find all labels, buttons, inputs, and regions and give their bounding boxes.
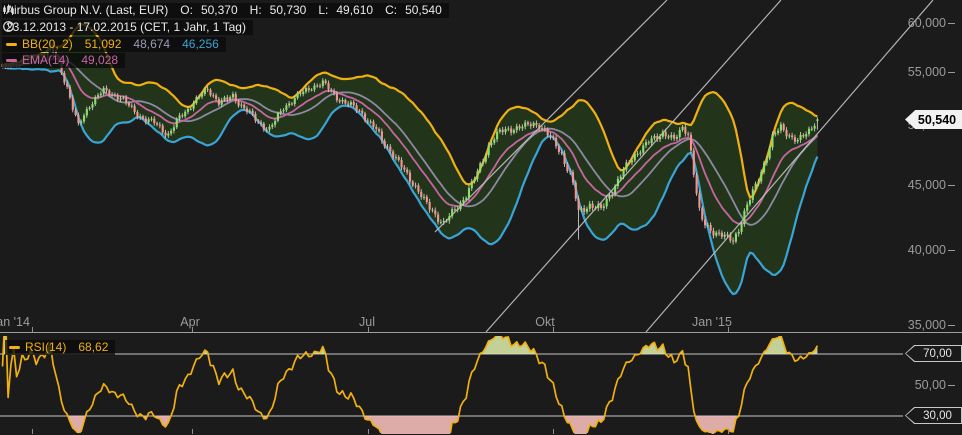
x-axis-label: Jul — [359, 315, 375, 329]
close-value: 50,540 — [405, 3, 442, 17]
ema-legend[interactable]: EMA(14) 49,028 — [2, 53, 126, 68]
y-axis-label: 45,000 — [907, 178, 946, 192]
clock-icon — [3, 21, 14, 32]
x-axis-tick — [192, 327, 193, 332]
x-axis-label: Jan '15 — [692, 315, 732, 329]
open-value: 50,370 — [200, 3, 238, 17]
x-axis-tick — [728, 327, 729, 332]
y-axis-tick — [948, 250, 955, 251]
period-legend[interactable]: 23.12.2013 - 17.02.2015 (CET, 1 Jahr, 1 … — [2, 20, 253, 35]
x-axis-label: Apr — [180, 315, 200, 329]
rsi-axis-tick — [368, 429, 369, 434]
bollinger-upper-value: 51,092 — [84, 37, 122, 51]
rsi-line-icon — [9, 346, 20, 349]
x-axis-label: Jan '14 — [0, 315, 30, 329]
instrument-legend[interactable]: Airbus Group N.V. (Last, EUR) O: 50,370 H… — [2, 3, 449, 18]
y-axis-tick — [948, 325, 955, 326]
rsi-overbought-tag: 70,00 — [905, 345, 962, 362]
last-price-value: 50,540 — [917, 112, 957, 127]
bollinger-line-icon — [6, 43, 17, 46]
rsi-oversold-value: 30,00 — [923, 409, 952, 422]
y-axis-label: 55,000 — [907, 65, 946, 79]
y-axis-tick — [948, 72, 955, 73]
high-value: 50,730 — [269, 3, 307, 17]
bollinger-middle-value: 48,674 — [133, 37, 171, 51]
low-value: 49,610 — [336, 3, 374, 17]
y-axis-label: 60,000 — [907, 16, 946, 30]
low-label: L: — [318, 3, 329, 17]
bollinger-label: BB(20, 2) — [22, 37, 73, 51]
y-axis-tick — [948, 23, 955, 24]
chart-application: Airbus Group N.V. (Last, EUR) O: 50,370 H… — [0, 0, 962, 435]
y-axis-label: 40,000 — [907, 243, 946, 257]
y-axis-label: 35,000 — [907, 318, 946, 332]
rsi-mid-label: 50,00 — [914, 378, 946, 392]
bollinger-legend[interactable]: BB(20, 2) 51,092 48,674 46,256 — [2, 37, 226, 52]
instrument-title: Airbus Group N.V. (Last, EUR) — [6, 3, 169, 17]
rsi-mid-tick — [948, 385, 955, 386]
ema-label: EMA(14) — [22, 53, 70, 67]
panel-separator — [0, 332, 962, 333]
candlestick-icon — [3, 4, 14, 15]
rsi-axis-tick — [32, 429, 33, 434]
x-axis-label: Okt — [535, 315, 555, 329]
open-label: O: — [180, 3, 193, 17]
x-axis-tick — [553, 327, 554, 332]
last-price-tag: 50,540 — [905, 110, 962, 129]
rsi-overbought-value: 70,00 — [923, 347, 952, 360]
rsi-value: 68,62 — [78, 340, 109, 354]
rsi-legend[interactable]: RSI(14) 68,62 — [5, 340, 116, 355]
x-axis-tick — [32, 327, 33, 332]
rsi-oversold-tag: 30,00 — [905, 407, 962, 424]
period-text: 23.12.2013 - 17.02.2015 (CET, 1 Jahr, 1 … — [6, 20, 246, 34]
bollinger-lower-value: 46,256 — [182, 37, 219, 51]
ema-line-icon — [6, 59, 17, 62]
rsi-axis-tick — [553, 429, 554, 434]
y-axis-tick — [948, 185, 955, 186]
high-label: H: — [249, 3, 262, 17]
chart-canvas[interactable] — [0, 0, 962, 435]
rsi-axis-tick — [192, 429, 193, 434]
rsi-axis-tick — [728, 429, 729, 434]
close-label: C: — [385, 3, 398, 17]
ema-value: 49,028 — [81, 53, 119, 67]
rsi-label: RSI(14) — [25, 340, 67, 354]
x-axis-tick — [368, 327, 369, 332]
